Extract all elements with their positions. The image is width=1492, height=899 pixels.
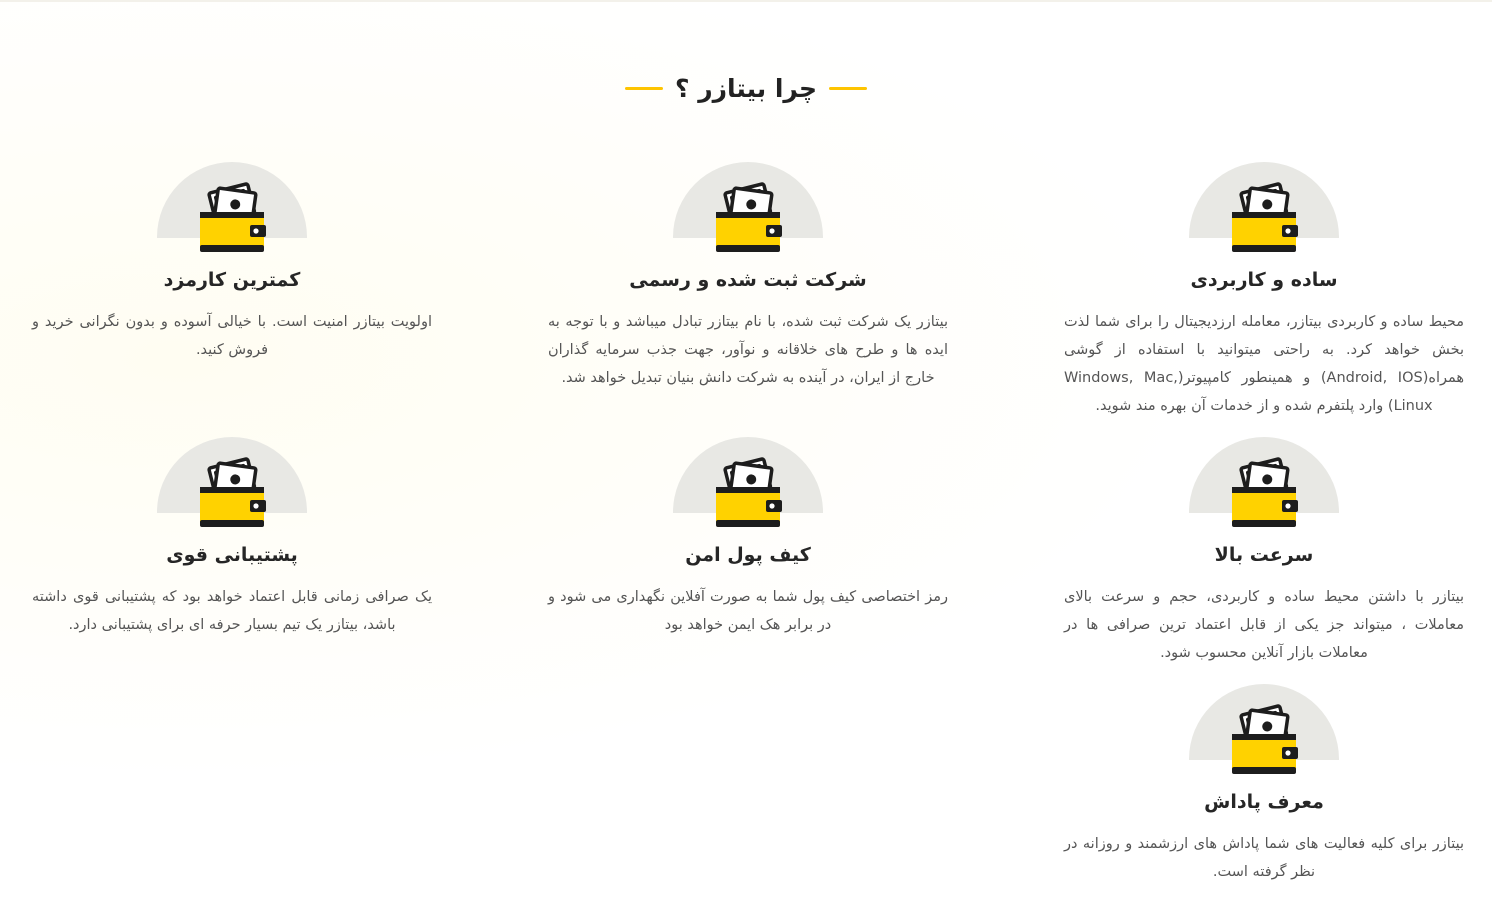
section-heading: چرا بیتازر ؟ (0, 74, 1492, 103)
feature-title: کیف پول امن (685, 544, 811, 566)
feature-icon-wrap (673, 437, 823, 527)
feature-description: یک صرافی زمانی قابل اعتماد خواهد بود که … (32, 589, 432, 633)
wallet-icon (714, 457, 784, 529)
feature-card-lowest-fee: کمترین کارمزد اولویت بیتازر امنیت است. ب… (32, 162, 432, 364)
wallet-icon (1230, 182, 1300, 254)
feature-card-simple: ساده و کاربردی محیط ساده و کاربردی بیتاز… (1064, 162, 1464, 420)
feature-icon-wrap (157, 162, 307, 252)
heading-dash-right (829, 87, 868, 90)
wallet-icon (1230, 457, 1300, 529)
wallet-icon (714, 182, 784, 254)
wallet-icon (1230, 704, 1300, 776)
top-divider (0, 0, 1492, 2)
feature-icon-wrap (1189, 437, 1339, 527)
feature-icon-wrap (1189, 684, 1339, 774)
feature-icon-wrap (157, 437, 307, 527)
section-title: چرا بیتازر ؟ (674, 74, 818, 103)
feature-card-registered-company: شرکت ثبت شده و رسمی بیتازر یک شرکت ثبت ش… (548, 162, 948, 392)
feature-card-referral-reward: معرف پاداش بیتازر برای کلیه فعالیت های ش… (1064, 684, 1464, 886)
feature-title: شرکت ثبت شده و رسمی (629, 269, 867, 291)
feature-description: اولویت بیتازر امنیت است. با خیالی آسوده … (32, 314, 432, 358)
wallet-icon (198, 457, 268, 529)
feature-description: بیتازر برای کلیه فعالیت های شما پاداش ها… (1064, 836, 1464, 880)
feature-card-strong-support: پشتیبانی قوی یک صرافی زمانی قابل اعتماد … (32, 437, 432, 639)
feature-description: بیتازر با داشتن محیط ساده و کاربردی، حجم… (1064, 589, 1464, 661)
wallet-icon (198, 182, 268, 254)
feature-description: محیط ساده و کاربردی بیتازر، معامله ارزدی… (1064, 314, 1464, 414)
heading-dash-left (624, 87, 663, 90)
feature-description: رمز اختصاصی کیف پول شما به صورت آفلاین ن… (548, 589, 948, 633)
feature-icon-wrap (1189, 162, 1339, 252)
feature-icon-wrap (673, 162, 823, 252)
feature-title: ساده و کاربردی (1190, 269, 1338, 291)
feature-card-secure-wallet: کیف پول امن رمز اختصاصی کیف پول شما به ص… (548, 437, 948, 639)
feature-title: کمترین کارمزد (163, 269, 301, 291)
feature-title: پشتیبانی قوی (166, 544, 298, 566)
feature-card-high-speed: سرعت بالا بیتازر با داشتن محیط ساده و کا… (1064, 437, 1464, 667)
feature-title: معرف پاداش (1204, 791, 1324, 813)
feature-title: سرعت بالا (1214, 544, 1314, 566)
feature-description: بیتازر یک شرکت ثبت شده، با نام بیتازر تب… (548, 314, 948, 386)
